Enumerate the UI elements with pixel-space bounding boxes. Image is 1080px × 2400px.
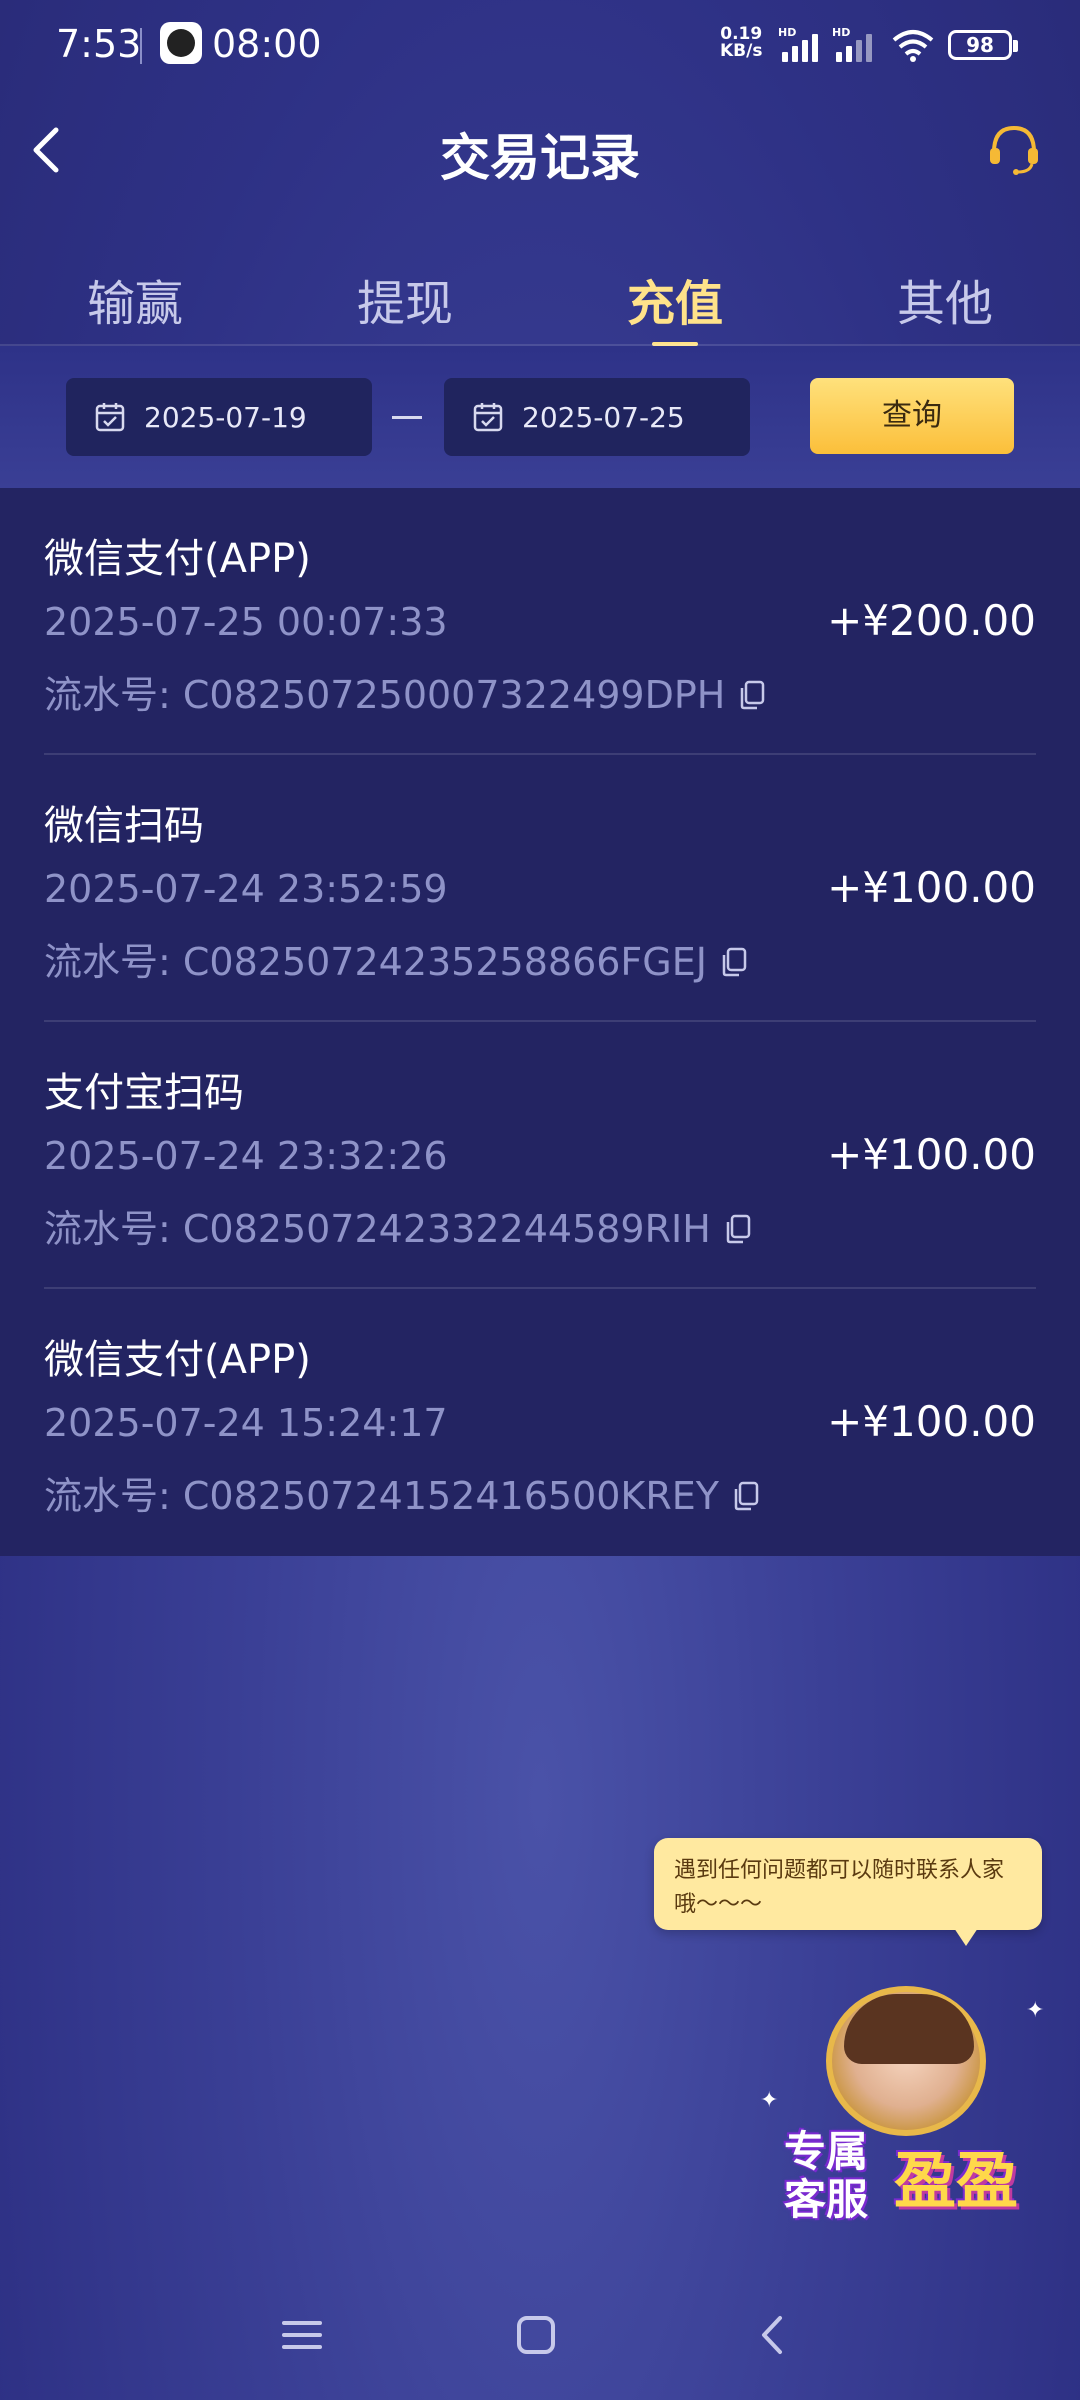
- end-date-text: 2025-07-25: [522, 400, 685, 434]
- page-title: 交易记录: [440, 129, 640, 187]
- signal-icon: HD: [832, 26, 878, 62]
- tab-recharge[interactable]: 充值: [540, 250, 810, 346]
- end-date-picker[interactable]: 2025-07-25: [444, 378, 750, 456]
- hd-label: HD: [778, 26, 797, 39]
- date-range-dash: [392, 416, 422, 419]
- record-time: 2025-07-24 23:32:26: [44, 1134, 448, 1178]
- serial-text: 流水号: C082507250007322499DPH: [44, 673, 726, 717]
- customer-service-label: 专属 客服 盈盈: [784, 2118, 1034, 2224]
- sparkle-icon: ✦: [760, 2088, 779, 2113]
- tab-win-loss[interactable]: 输赢: [0, 250, 270, 346]
- home-icon[interactable]: [506, 2310, 566, 2360]
- status-alarm-time: 08:00: [212, 22, 322, 66]
- sparkle-icon: ✦: [1026, 1998, 1045, 2023]
- record-amount: +¥200.00: [827, 596, 1036, 645]
- copy-icon[interactable]: [733, 1481, 759, 1511]
- serial-text: 流水号: C08250724235258866FGEJ: [44, 940, 707, 984]
- serial-number: 流水号: C08250724235258866FGEJ: [44, 931, 747, 986]
- back-nav-icon[interactable]: [742, 2310, 802, 2360]
- copy-icon[interactable]: [739, 680, 765, 710]
- network-speed-unit: KB/s: [720, 41, 763, 61]
- record-time: 2025-07-24 23:52:59: [44, 867, 448, 911]
- payment-method: 微信扫码: [44, 803, 204, 849]
- serial-text: 流水号: C08250724152416500KREY: [44, 1474, 719, 1518]
- status-bar: 7:53 08:00 0.19 KB/s HD HD 98: [0, 0, 1080, 90]
- support-chat-bubble[interactable]: 遇到任何问题都可以随时联系人家哦～～～: [654, 1838, 1042, 1946]
- tab-bar: 输赢 提现 充值 其他: [0, 250, 1080, 346]
- record-list: 微信支付(APP) 2025-07-25 00:07:33 +¥200.00 流…: [0, 488, 1080, 1556]
- query-button[interactable]: 查询: [810, 378, 1014, 454]
- alarm-clock-icon: [160, 22, 202, 64]
- tab-other[interactable]: 其他: [810, 250, 1080, 346]
- serial-number: 流水号: C082507250007322499DPH: [44, 664, 765, 719]
- start-date-text: 2025-07-19: [144, 400, 307, 434]
- system-nav-bar: [0, 2290, 1080, 2380]
- customer-service-button[interactable]: ✦ ✦ 专属 客服 盈盈: [754, 1978, 1054, 2238]
- tab-withdraw[interactable]: 提现: [270, 250, 540, 346]
- network-speed: 0.19 KB/s: [720, 26, 762, 60]
- list-item[interactable]: 微信扫码 2025-07-24 23:52:59 +¥100.00 流水号: C…: [0, 755, 1080, 1022]
- serial-number: 流水号: C082507242332244589RIH: [44, 1198, 751, 1253]
- serial-text: 流水号: C082507242332244589RIH: [44, 1207, 711, 1251]
- hd-label: HD: [832, 26, 851, 39]
- status-separator: [140, 28, 142, 64]
- headset-icon[interactable]: [984, 118, 1044, 182]
- list-item[interactable]: 微信支付(APP) 2025-07-24 15:24:17 +¥100.00 流…: [0, 1289, 1080, 1556]
- date-filter: 2025-07-19 2025-07-25 查询: [0, 346, 1080, 488]
- payment-method: 支付宝扫码: [44, 1070, 244, 1116]
- record-time: 2025-07-24 15:24:17: [44, 1401, 448, 1445]
- header: 交易记录: [0, 110, 1080, 190]
- battery-icon: 98: [948, 30, 1018, 60]
- payment-method: 微信支付(APP): [44, 536, 311, 582]
- calendar-icon: [473, 403, 503, 432]
- copy-icon[interactable]: [725, 1214, 751, 1244]
- list-item[interactable]: 支付宝扫码 2025-07-24 23:32:26 +¥100.00 流水号: …: [0, 1022, 1080, 1289]
- record-amount: +¥100.00: [827, 1130, 1036, 1179]
- copy-icon[interactable]: [721, 947, 747, 977]
- record-amount: +¥100.00: [827, 1397, 1036, 1446]
- record-time: 2025-07-25 00:07:33: [44, 600, 448, 644]
- calendar-icon: [95, 403, 125, 432]
- signal-icon: HD: [778, 26, 824, 62]
- cs-agent-name: 盈盈: [894, 2144, 1019, 2217]
- serial-number: 流水号: C08250724152416500KREY: [44, 1465, 759, 1520]
- list-item[interactable]: 微信支付(APP) 2025-07-25 00:07:33 +¥200.00 流…: [0, 488, 1080, 755]
- record-amount: +¥100.00: [827, 863, 1036, 912]
- cs-label-line2: 客服: [784, 2175, 869, 2224]
- menu-icon[interactable]: [272, 2310, 332, 2360]
- payment-method: 微信支付(APP): [44, 1337, 311, 1383]
- start-date-picker[interactable]: 2025-07-19: [66, 378, 372, 456]
- status-time: 7:53: [56, 22, 142, 66]
- wifi-icon: [892, 30, 934, 62]
